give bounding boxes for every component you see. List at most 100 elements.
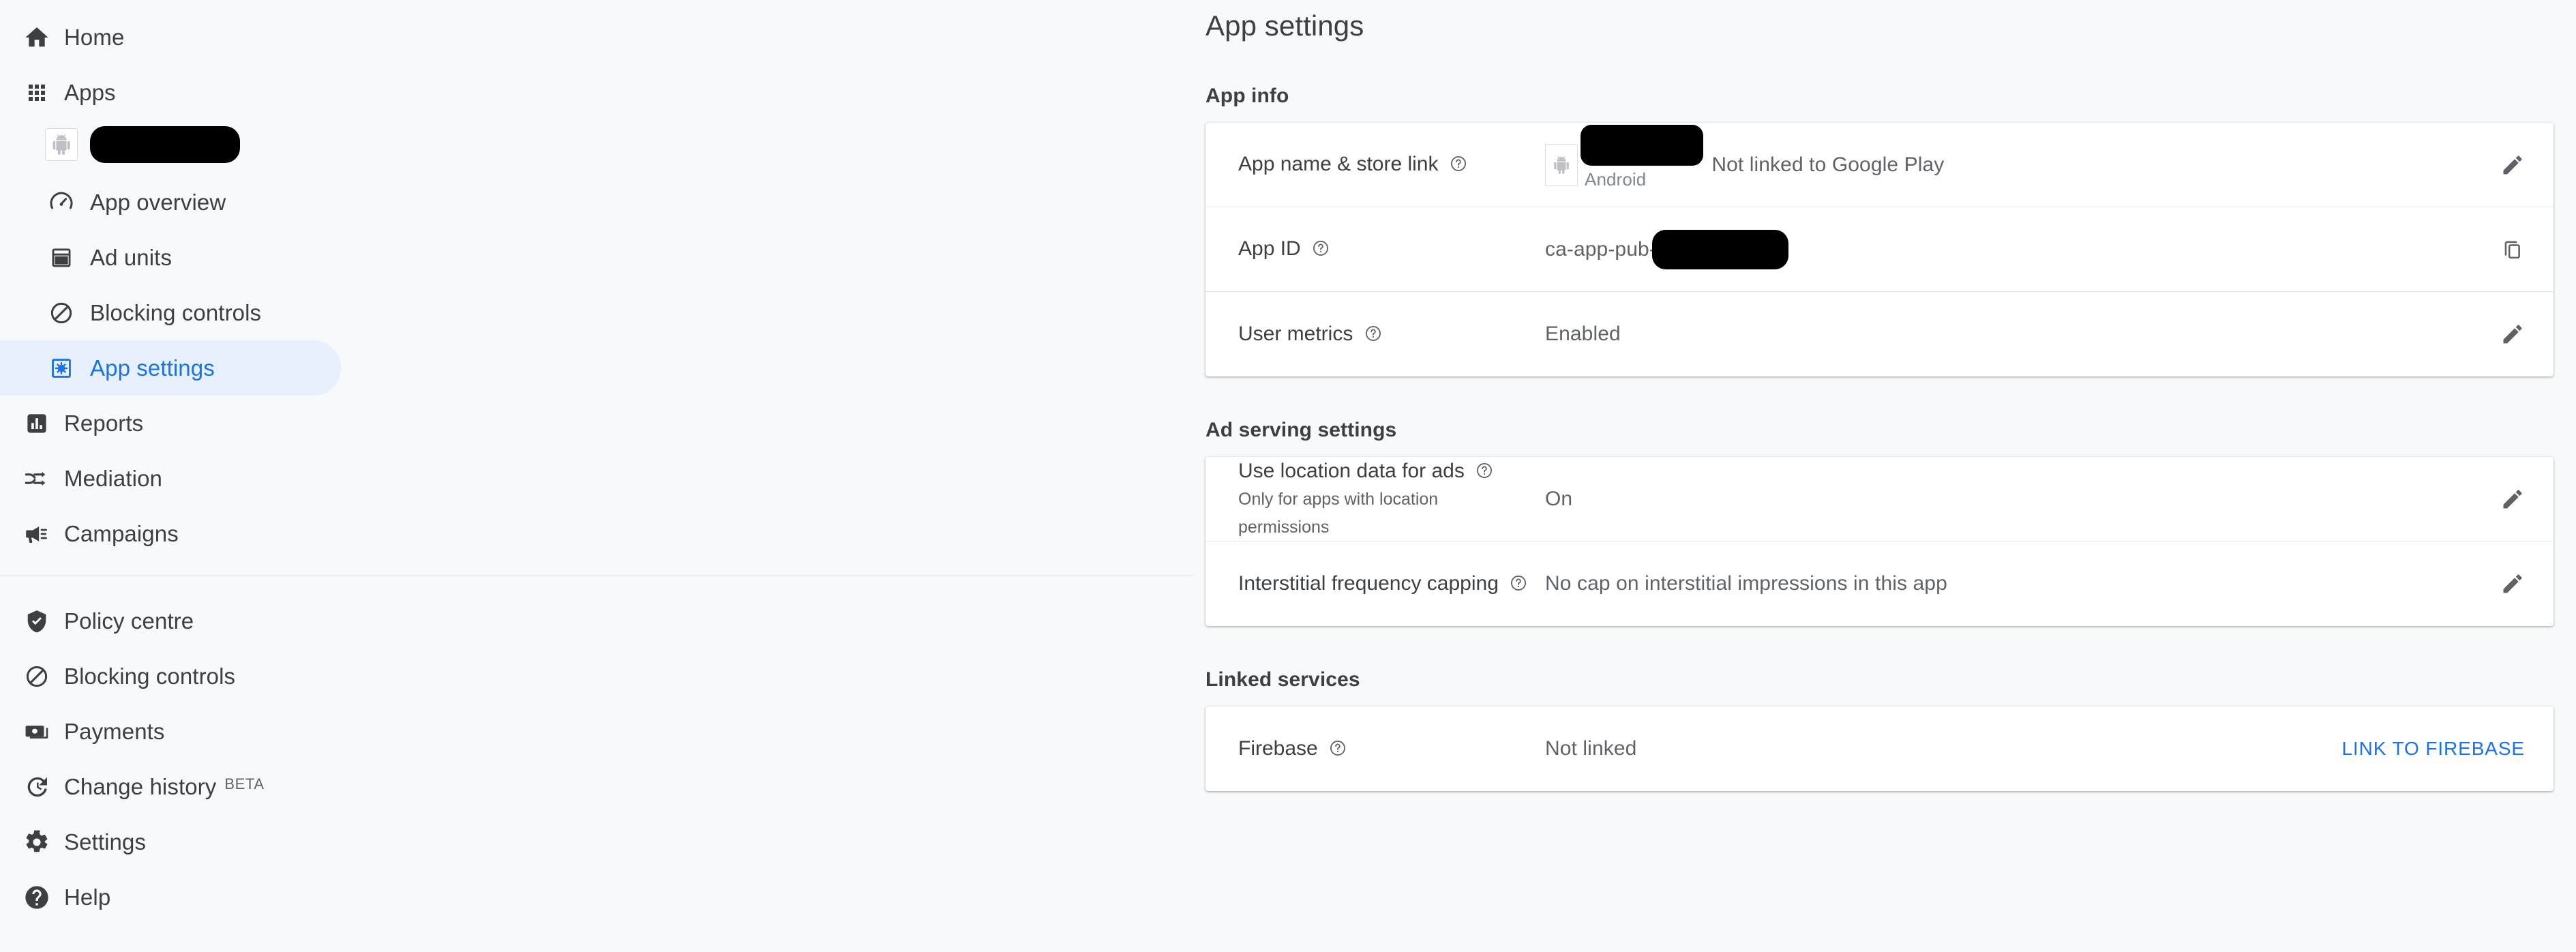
app-settings-icon [45, 352, 78, 385]
row-label-text: Interstitial frequency capping [1238, 571, 1499, 595]
row-label: Use location data for ads Only for apps … [1238, 458, 1545, 540]
app-root: Home Apps App overview Ad units Blocking… [0, 0, 2576, 952]
app-info-card: App name & store link Android Not linked… [1205, 123, 2553, 376]
edit-user-metrics-button[interactable] [2472, 322, 2553, 346]
row-label-text: App ID [1238, 237, 1301, 261]
sidebar-item-label: Help [64, 884, 111, 910]
linked-services-card: Firebase Not linked LINK TO FIREBASE [1205, 706, 2553, 791]
sidebar-item-label: Apps [64, 79, 116, 105]
gear-icon [20, 826, 53, 859]
section-heading-ad-serving: Ad serving settings [1205, 419, 1397, 441]
sidebar-item-apps[interactable]: Apps [0, 65, 341, 120]
row-use-location-data: Use location data for ads Only for apps … [1205, 457, 2553, 541]
row-label-text: Firebase [1238, 737, 1318, 760]
sidebar-item-label: App overview [90, 189, 226, 215]
sidebar-item-ad-units[interactable]: Ad units [0, 230, 341, 285]
apps-grid-icon [20, 76, 53, 109]
speedometer-icon [45, 186, 78, 219]
redacted-app-id [1651, 229, 1788, 269]
sidebar-item-label: Mediation [64, 465, 162, 491]
app-id-value: ca-app-pub- [1545, 229, 1788, 269]
sidebar-item-label: App settings [90, 355, 215, 381]
sidebar-item-reports[interactable]: Reports [0, 396, 341, 451]
edit-location-data-button[interactable] [2472, 487, 2553, 511]
link-to-firebase-button[interactable]: LINK TO FIREBASE [2341, 738, 2553, 760]
sidebar-item-label: Reports [64, 410, 144, 436]
row-user-metrics: User metrics Enabled [1205, 292, 2553, 376]
row-label: User metrics [1238, 321, 1545, 348]
help-icon[interactable] [1364, 325, 1382, 342]
sidebar: Home Apps App overview Ad units Blocking… [0, 0, 1193, 952]
sidebar-item-label: Blocking controls [90, 299, 262, 325]
help-icon[interactable] [1312, 239, 1330, 257]
sidebar-item-blocking-controls-global[interactable]: Blocking controls [0, 649, 341, 704]
sidebar-item-payments[interactable]: Payments [0, 704, 341, 759]
row-app-name-store-link: App name & store link Android Not linked… [1205, 123, 2553, 207]
sidebar-item-settings[interactable]: Settings [0, 814, 341, 869]
android-robot-icon [45, 128, 78, 161]
row-value: Enabled [1545, 323, 1621, 345]
row-value: On [1545, 487, 1573, 510]
row-label: App name & store link [1238, 151, 1545, 178]
row-label-text: App name & store link [1238, 153, 1439, 176]
row-value: No cap on interstitial impressions in th… [1545, 572, 1947, 595]
main-content: App settings App info App name & store l… [1193, 0, 2576, 952]
row-interstitial-frequency-capping: Interstitial frequency capping No cap on… [1205, 541, 2553, 626]
pencil-icon [2503, 155, 2522, 174]
sidebar-item-label: Payments [64, 718, 165, 744]
history-icon [20, 771, 53, 803]
sidebar-item-help[interactable]: Help [0, 869, 341, 925]
row-value: Not linked [1545, 737, 1637, 760]
help-circle-icon [20, 881, 53, 914]
sidebar-item-label: Change history [64, 773, 217, 799]
sidebar-item-label: Home [64, 24, 125, 50]
home-icon [20, 21, 53, 54]
sidebar-item-home[interactable]: Home [0, 10, 341, 65]
edit-interstitial-capping-button[interactable] [2472, 571, 2553, 596]
help-icon[interactable] [1450, 155, 1467, 173]
sidebar-app-chip[interactable] [0, 120, 1193, 169]
app-store-entry: Android [1545, 124, 1703, 190]
edit-app-name-button[interactable] [2472, 153, 2553, 177]
row-sublabel: Only for apps with location permissions [1238, 490, 1439, 537]
row-label: App ID [1238, 235, 1545, 263]
redacted-app-name [90, 126, 240, 163]
sidebar-item-label: Blocking controls [64, 663, 236, 689]
sidebar-item-label: Settings [64, 829, 147, 854]
sidebar-item-change-history[interactable]: Change history BETA [0, 759, 341, 814]
pencil-icon [2503, 574, 2522, 593]
help-icon[interactable] [1476, 462, 1493, 479]
help-icon[interactable] [1329, 739, 1347, 757]
store-link-status: Not linked to Google Play [1711, 153, 1945, 176]
money-icon [20, 715, 53, 748]
copy-icon [2504, 241, 2520, 258]
page-title: App settings [1205, 10, 1364, 42]
row-firebase: Firebase Not linked LINK TO FIREBASE [1205, 706, 2553, 791]
sidebar-item-campaigns[interactable]: Campaigns [0, 506, 341, 561]
sidebar-item-blocking-controls[interactable]: Blocking controls [0, 285, 341, 340]
sidebar-item-app-overview[interactable]: App overview [0, 175, 341, 230]
beta-badge: BETA [224, 775, 265, 792]
copy-app-id-button[interactable] [2472, 238, 2553, 261]
row-label: Interstitial frequency capping [1238, 570, 1545, 597]
platform-label: Android [1585, 169, 1647, 190]
redacted-app-name [1581, 124, 1703, 166]
pencil-icon [2503, 325, 2522, 344]
sidebar-item-app-settings[interactable]: App settings [0, 340, 341, 396]
ad-serving-card: Use location data for ads Only for apps … [1205, 457, 2553, 626]
mediation-icon [20, 462, 53, 495]
sidebar-item-policy-centre[interactable]: Policy centre [0, 593, 341, 649]
sidebar-item-label: Ad units [90, 244, 173, 270]
app-id-prefix: ca-app-pub- [1545, 237, 1656, 261]
sidebar-item-label: Policy centre [64, 608, 194, 634]
row-app-id: App ID ca-app-pub- [1205, 207, 2553, 292]
section-heading-app-info: App info [1205, 85, 1289, 107]
ad-unit-icon [45, 241, 78, 274]
row-label-text: User metrics [1238, 322, 1353, 345]
row-value: ca-app-pub- [1545, 229, 2472, 269]
sidebar-item-mediation[interactable]: Mediation [0, 451, 341, 506]
pencil-icon [2503, 489, 2522, 508]
shield-check-icon [20, 605, 53, 638]
bar-chart-icon [20, 407, 53, 440]
help-icon[interactable] [1510, 574, 1527, 592]
